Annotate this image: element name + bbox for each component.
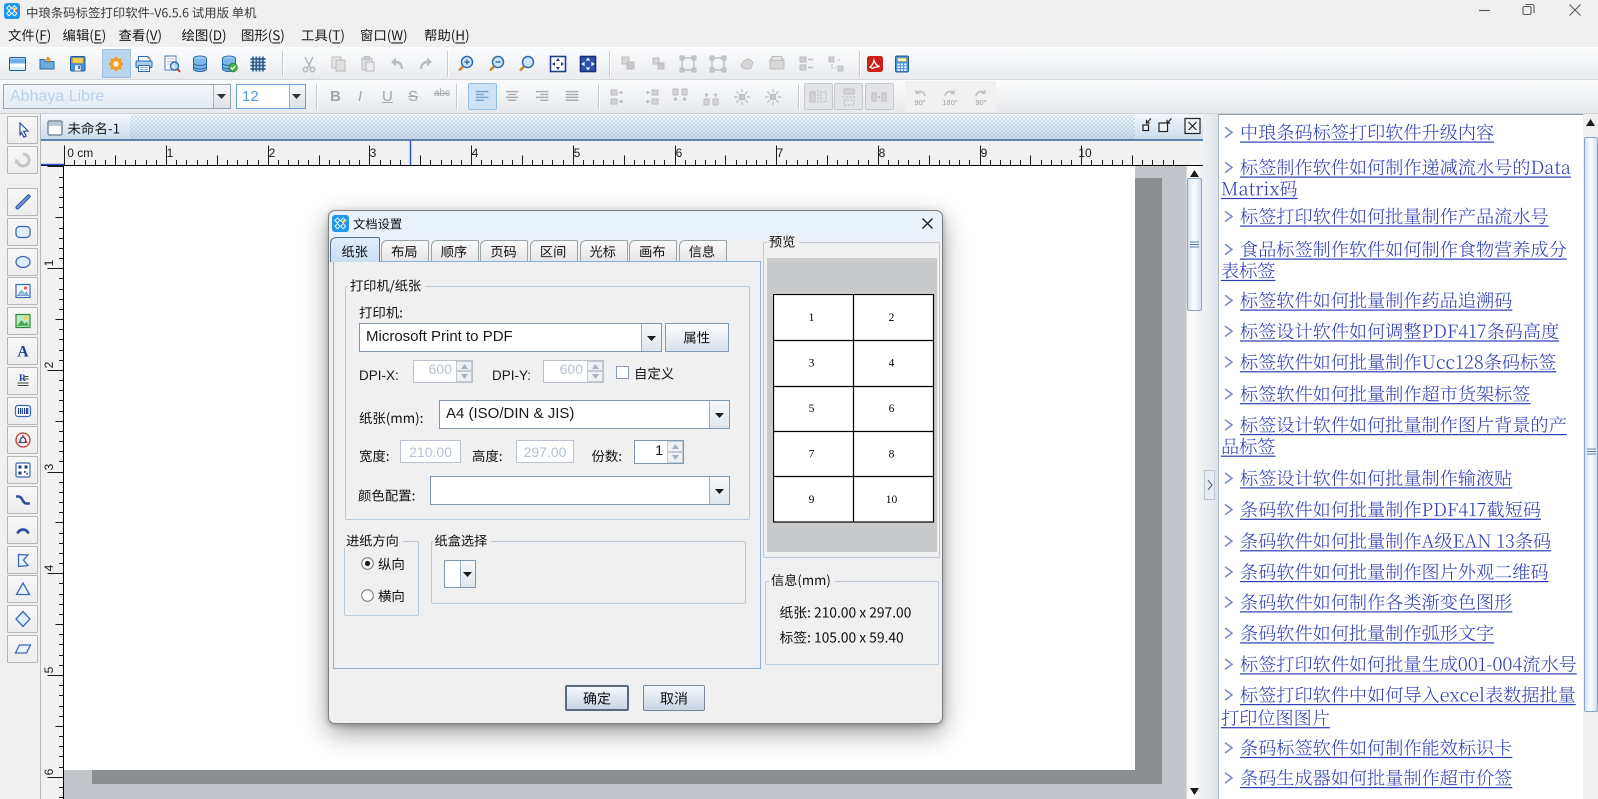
svg-text:4: 4	[42, 564, 56, 571]
svg-text:3: 3	[42, 463, 56, 470]
svg-text:4: 4	[472, 146, 479, 160]
svg-text:8: 8	[888, 448, 894, 460]
svg-text:90°: 90°	[975, 98, 986, 107]
svg-text:7: 7	[808, 448, 814, 460]
svg-text:9: 9	[808, 494, 814, 506]
svg-text:1: 1	[167, 146, 174, 160]
svg-text:6: 6	[676, 146, 683, 160]
svg-text:A: A	[17, 344, 29, 361]
svg-text:3: 3	[808, 357, 814, 369]
svg-text:7: 7	[777, 146, 784, 160]
svg-text:6: 6	[42, 768, 56, 775]
svg-text:1: 1	[42, 259, 56, 266]
svg-text:8: 8	[879, 146, 886, 160]
svg-text:1: 1	[808, 312, 814, 324]
svg-text:5: 5	[574, 146, 581, 160]
svg-text:6: 6	[888, 403, 894, 415]
svg-text:10: 10	[1078, 146, 1092, 160]
svg-text:5: 5	[42, 666, 56, 673]
svg-text:9: 9	[981, 146, 988, 160]
svg-text:180°: 180°	[942, 98, 958, 107]
svg-text:2: 2	[269, 146, 276, 160]
svg-text:4: 4	[888, 357, 894, 369]
svg-text:3: 3	[370, 146, 377, 160]
svg-text:2: 2	[888, 312, 894, 324]
svg-text:2: 2	[42, 361, 56, 368]
svg-text:5: 5	[808, 403, 814, 415]
svg-text:10: 10	[885, 494, 897, 506]
svg-text:0 cm: 0 cm	[67, 146, 93, 160]
svg-text:90°: 90°	[914, 98, 925, 107]
